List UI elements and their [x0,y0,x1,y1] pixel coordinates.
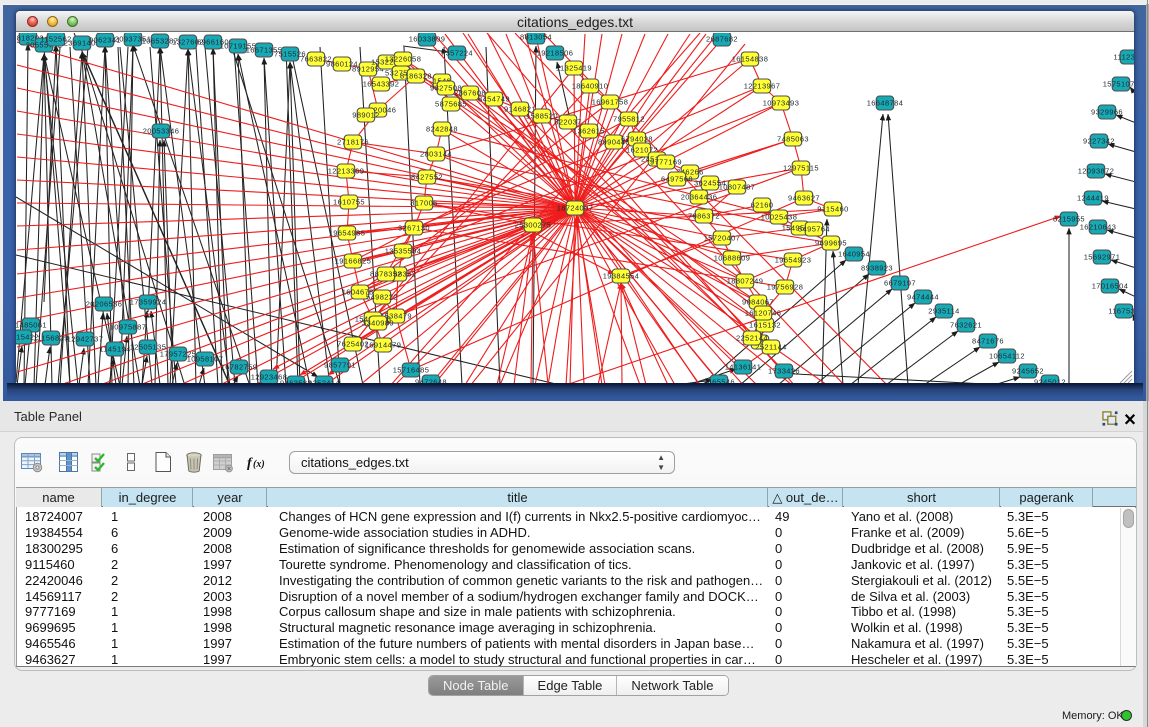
svg-text:1485061: 1485061 [16,321,47,330]
svg-text:11325419: 11325419 [556,64,592,73]
svg-text:19756928: 19756928 [767,283,804,292]
svg-text:14136141: 14136141 [725,363,762,372]
svg-text:1244419: 1244419 [1077,194,1109,203]
svg-text:2935114: 2935114 [928,307,959,316]
svg-text:1640954: 1640954 [838,250,870,259]
svg-text:10654112: 10654112 [989,352,1025,361]
svg-text:16210643: 16210643 [1080,223,1117,232]
svg-text:12942737: 12942737 [67,335,104,344]
svg-text:5875685: 5875685 [435,100,467,109]
svg-text:10973493: 10973493 [763,99,800,108]
svg-text:6794028: 6794028 [621,135,653,144]
svg-text:3267130: 3267130 [398,224,430,233]
svg-text:12213369: 12213369 [328,167,365,176]
svg-text:2803144: 2803144 [420,150,452,159]
svg-text:5495764: 5495764 [798,225,830,234]
svg-text:8938923: 8938923 [861,264,893,273]
svg-text:10807487: 10807487 [719,183,756,192]
svg-text:18640910: 18640910 [572,82,609,91]
svg-text:16648784: 16648784 [867,99,904,108]
svg-text:16961758: 16961758 [592,98,629,107]
svg-text:2687682: 2687682 [706,35,738,44]
svg-text:2718176: 2718176 [337,138,369,147]
svg-text:11156829: 11156829 [33,334,68,343]
svg-text:12213967: 12213967 [744,82,781,91]
svg-text:20364436: 20364436 [681,193,718,202]
svg-text:6679197: 6679197 [884,279,916,288]
svg-text:8427552: 8427552 [411,173,443,182]
svg-text:16914479: 16914479 [365,341,402,350]
svg-text:1733426: 1733426 [768,367,800,376]
svg-text:817006: 817006 [410,199,437,208]
svg-text:9329966: 9329966 [1091,108,1123,117]
svg-text:16120746: 16120746 [745,309,782,318]
svg-text:1145194: 1145194 [99,345,130,354]
svg-text:16543392: 16543392 [363,80,400,89]
svg-text:1362615: 1362615 [573,127,605,136]
svg-text:822037: 822037 [554,118,581,127]
svg-text:7632621: 7632621 [950,321,982,330]
svg-text:9084067: 9084067 [742,298,774,307]
svg-text:20053346: 20053346 [143,127,180,136]
svg-text:3340989: 3340989 [362,319,394,328]
svg-text:10688609: 10688609 [714,254,751,263]
svg-text:10975887: 10975887 [110,323,147,332]
svg-text:7955812: 7955812 [613,115,645,124]
svg-text:5498222: 5498222 [366,293,398,302]
svg-text:12975115: 12975115 [783,164,819,173]
svg-text:7357224: 7357224 [441,49,473,58]
svg-text:9699695: 9699695 [815,239,847,248]
svg-text:19654923: 19654923 [775,256,812,265]
svg-text:16154838: 16154838 [732,55,769,64]
svg-text:9227342: 9227342 [1083,137,1115,146]
svg-text:1610755: 1610755 [333,198,365,207]
svg-text:1167531: 1167531 [1108,307,1134,316]
svg-text:8242848: 8242848 [426,125,458,134]
svg-text:1588520: 1588520 [526,112,558,121]
svg-text:18724007: 18724007 [557,204,594,213]
svg-text:1112374: 1112374 [1114,53,1134,62]
svg-text:9777169: 9777169 [650,158,682,167]
svg-text:15716485: 15716485 [393,366,430,375]
svg-text:20206536: 20206536 [86,300,123,309]
svg-text:10025438: 10025438 [761,213,798,222]
svg-text:7986372: 7986372 [688,212,720,221]
svg-text:9245652: 9245652 [1012,367,1044,376]
svg-text:7485063: 7485063 [777,135,809,144]
svg-text:9463627: 9463627 [788,194,820,203]
svg-text:8454749: 8454749 [478,95,510,104]
svg-text:19218506: 19218506 [537,49,574,58]
svg-text:13535594: 13535594 [385,247,422,256]
svg-text:(x): (x) [253,459,265,470]
svg-text:25300275: 25300275 [515,221,552,230]
svg-text:9857791: 9857791 [324,361,356,370]
svg-text:15720407: 15720407 [704,234,741,243]
svg-text:9115460: 9115460 [817,205,848,214]
svg-text:15692971: 15692971 [1084,253,1121,262]
svg-text:8471676: 8471676 [972,337,1004,346]
svg-text:16033809: 16033809 [409,35,446,44]
svg-text:19654985: 19654985 [329,229,366,238]
svg-text:1615132: 1615132 [749,321,781,330]
svg-text:17016504: 17016504 [1092,282,1129,291]
svg-text:17359924: 17359924 [130,298,167,307]
svg-text:989012: 989012 [352,111,379,120]
svg-text:18807249: 18807249 [727,277,764,286]
svg-text:15751074: 15751074 [1103,80,1134,89]
svg-text:62160: 62160 [751,201,774,210]
svg-text:2252144: 2252144 [736,334,768,343]
svg-text:8186328: 8186328 [400,72,432,81]
svg-text:8813054: 8813054 [520,33,552,42]
svg-text:9474444: 9474444 [907,293,939,302]
svg-text:10958107: 10958107 [187,355,224,364]
svg-text:6497568: 6497568 [661,175,693,184]
svg-text:19384554: 19384554 [603,272,640,281]
svg-text:8878352: 8878352 [370,270,402,279]
svg-text:16782759: 16782759 [221,363,258,372]
svg-text:13226058: 13226058 [385,55,422,64]
svg-text:12093872: 12093872 [1078,167,1115,176]
svg-text:19166825: 19166825 [335,257,372,266]
